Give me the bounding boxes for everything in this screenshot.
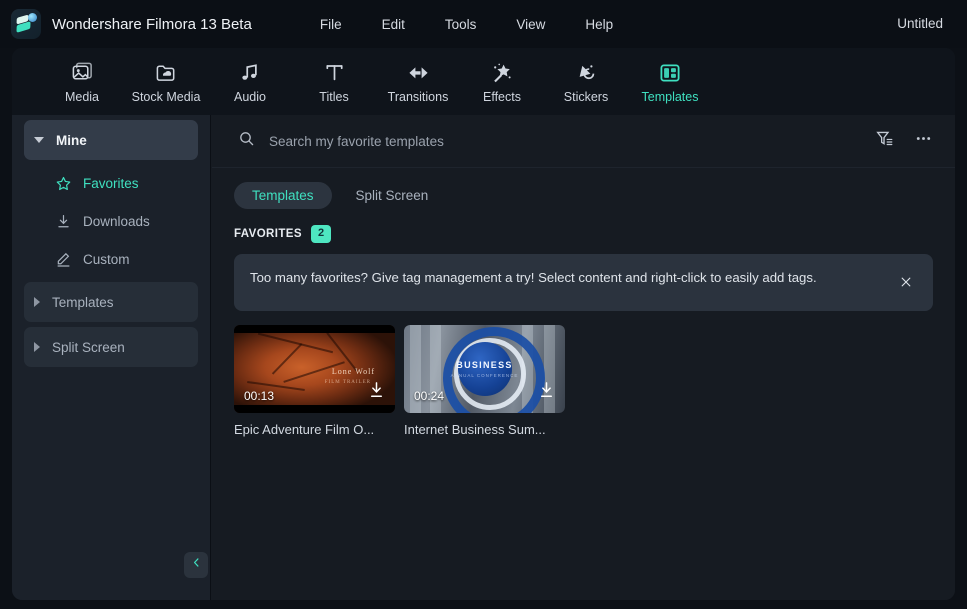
toolbar-label-titles: Titles [319,89,349,104]
sidebar-item-mine[interactable]: Mine [24,120,198,160]
download-icon[interactable] [537,380,556,406]
main-panel: Media Stock Media Audio Titles Transitio… [12,48,955,600]
sidebar-item-split-screen[interactable]: Split Screen [24,327,198,367]
chevron-right-icon [34,297,40,307]
template-thumbnail[interactable]: BUSINESS ANNUAL CONFERENCE 00:24 [404,324,565,413]
templates-layout-icon [658,60,682,86]
letterbox-top [234,324,395,333]
tag-management-banner: Too many favorites? Give tag management … [234,253,933,311]
titles-text-icon [323,60,346,86]
banner-message: Too many favorites? Give tag management … [250,269,817,285]
search-bar [212,115,955,168]
template-duration: 00:24 [414,388,445,403]
menu-tools[interactable]: Tools [425,11,497,38]
audio-note-icon [239,60,262,86]
library-sidebar: Mine Favorites Downloads Custom Template… [12,115,211,600]
section-title: FAVORITES [234,227,302,240]
section-header: FAVORITES 2 [212,209,955,243]
content-area: Templates Split Screen FAVORITES 2 Too m… [212,115,955,600]
chevron-right-icon [34,342,40,352]
toolbar-item-media[interactable]: Media [40,60,124,104]
thumb-overlay-title: Lone Wolf [331,366,375,376]
thumb-overlay-title: BUSINESS [456,359,513,370]
collapse-sidebar-icon [190,556,203,574]
module-toolbar: Media Stock Media Audio Titles Transitio… [12,48,955,115]
toolbar-item-templates[interactable]: Templates [628,60,712,104]
menu-file[interactable]: File [300,11,362,38]
template-card[interactable]: BUSINESS ANNUAL CONFERENCE 00:24 Interne… [404,324,565,437]
template-title: Internet Business Sum... [404,421,546,437]
title-bar: Wondershare Filmora 13 Beta File Edit To… [0,0,967,48]
download-icon[interactable] [367,380,386,406]
sidebar-label-downloads: Downloads [83,213,150,229]
sidebar-label-split-screen: Split Screen [52,339,125,355]
favorites-count-badge: 2 [310,225,332,243]
thumb-overlay-subtitle: ANNUAL CONFERENCE [450,373,519,379]
search-field-wrap[interactable] [238,130,875,152]
menu-view[interactable]: View [496,11,565,38]
template-title: Epic Adventure Film O... [234,421,375,437]
toolbar-item-transitions[interactable]: Transitions [376,60,460,104]
search-icon [238,130,255,152]
toolbar-item-stickers[interactable]: Stickers [544,60,628,104]
close-icon [899,275,913,294]
toolbar-label-transitions: Transitions [387,89,449,104]
more-options-icon[interactable] [914,129,933,153]
toolbar-label-effects: Effects [483,89,521,104]
sidebar-item-favorites[interactable]: Favorites [24,165,198,201]
stock-media-cloud-folder-icon [155,60,178,86]
toolbar-item-audio[interactable]: Audio [208,60,292,104]
download-icon [54,212,72,230]
toolbar-label-templates: Templates [641,89,699,104]
letterbox-bottom [234,404,395,413]
sidebar-item-downloads[interactable]: Downloads [24,203,198,239]
template-grid: Lone Wolf FILM TRAILER 00:13 Epic Advent… [212,311,955,437]
thumb-texture-line [272,343,303,375]
thumb-overlay-subtitle: FILM TRAILER [324,380,371,386]
pencil-icon [54,250,72,268]
collapse-sidebar-button[interactable] [184,552,208,578]
toolbar-item-stock-media[interactable]: Stock Media [124,60,208,104]
tab-templates[interactable]: Templates [234,182,332,209]
template-duration: 00:13 [244,388,275,403]
toolbar-item-effects[interactable]: Effects [460,60,544,104]
menu-help[interactable]: Help [565,11,633,38]
media-image-icon [71,60,94,86]
menu-bar: File Edit Tools View Help [300,11,633,38]
logo-badge-dot [28,13,37,22]
sidebar-item-templates[interactable]: Templates [24,282,198,322]
menu-edit[interactable]: Edit [362,11,425,38]
search-bar-actions [875,129,933,153]
transitions-arrow-icon [406,60,430,86]
content-tabs: Templates Split Screen [212,168,955,209]
effects-wand-icon [490,60,514,86]
toolbar-label-media: Media [64,89,100,104]
sidebar-label-favorites: Favorites [83,175,139,191]
sidebar-label-mine: Mine [56,132,87,148]
banner-close-button[interactable] [895,274,917,296]
star-icon [54,174,72,192]
project-name[interactable]: Untitled [897,16,943,31]
chevron-down-icon [34,137,44,143]
tab-split-screen[interactable]: Split Screen [338,182,447,209]
sidebar-label-custom: Custom [83,251,130,267]
sidebar-label-templates: Templates [52,294,114,310]
search-input[interactable] [267,132,691,150]
template-thumbnail[interactable]: Lone Wolf FILM TRAILER 00:13 [234,324,395,413]
toolbar-label-audio: Audio [234,89,266,104]
toolbar-label-stickers: Stickers [563,89,609,104]
stickers-shapes-icon [574,60,598,86]
template-card[interactable]: Lone Wolf FILM TRAILER 00:13 Epic Advent… [234,324,395,437]
filter-icon[interactable] [875,129,894,153]
toolbar-item-titles[interactable]: Titles [292,60,376,104]
app-title: Wondershare Filmora 13 Beta [52,15,252,33]
filmora-logo-icon [11,9,41,39]
filmora-window: Wondershare Filmora 13 Beta File Edit To… [0,0,967,609]
sidebar-item-custom[interactable]: Custom [24,241,198,277]
toolbar-label-stock-media: Stock Media [131,89,201,104]
